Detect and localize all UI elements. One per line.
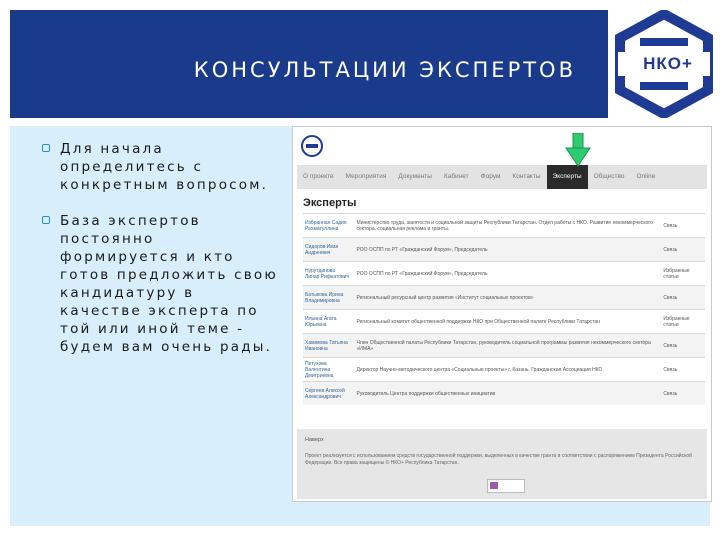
site-nav: О проекте Мероприятия Документы Кабинет … (297, 165, 707, 189)
expert-desc: Министерство труда, занятости и социальн… (356, 219, 653, 232)
nav-item[interactable]: Форум (475, 165, 507, 189)
table-row: Хакимова Татьяна Ивановна Член Обществен… (303, 333, 705, 357)
table-row: Избранная Садия Рахматуллина Министерств… (303, 213, 705, 237)
expert-name[interactable]: Батыкова Ирина Владимировна (303, 292, 353, 304)
table-row: Сидоров Иван Андреевич РОО ОСПП по РТ «Г… (303, 237, 705, 261)
nav-item[interactable]: Кабинет (438, 165, 475, 189)
expert-desc: РОО ОСПП по РТ «Гражданский Форум», Пред… (356, 246, 488, 253)
bullet-list: Для начала определитесь с конкретным воп… (42, 140, 278, 374)
nav-item[interactable]: Контакты (506, 165, 546, 189)
scroll-top-link[interactable]: Наверх (305, 437, 324, 443)
expert-link[interactable]: Связь (661, 247, 705, 253)
expert-desc: Региональный комитет общественной поддер… (356, 318, 600, 325)
expert-desc: Член Общественной палаты Республики Тата… (356, 339, 651, 352)
nav-item[interactable]: Общество (588, 165, 631, 189)
experts-table: Избранная Садия Рахматуллина Министерств… (303, 213, 705, 405)
expert-desc: Директор Научно-методического центра «Со… (356, 366, 603, 373)
expert-link[interactable]: Связь (661, 295, 705, 301)
expert-link[interactable]: Избранные статьи (661, 316, 705, 328)
expert-link[interactable]: Связь (661, 343, 705, 349)
expert-name[interactable]: Сидоров Иван Андреевич (303, 244, 353, 256)
footer-text: Проект реализуется с использованием сред… (305, 453, 692, 466)
bullet-item: Для начала определитесь с конкретным воп… (42, 140, 278, 194)
square-bullet-icon (42, 216, 50, 224)
nav-item[interactable]: О проекте (297, 165, 340, 189)
expert-link[interactable]: Связь (661, 367, 705, 373)
slide-title: КОНСУЛЬТАЦИИ ЭКСПЕРТОВ (193, 58, 576, 82)
counter-badge-icon[interactable] (487, 479, 525, 493)
expert-link[interactable]: Связь (661, 223, 705, 229)
slide-header: КОНСУЛЬТАЦИИ ЭКСПЕРТОВ (10, 10, 608, 118)
nav-item[interactable]: Online (631, 165, 662, 189)
site-footer: Наверх Проект реализуется с использовани… (297, 429, 707, 499)
site-logo-icon[interactable] (301, 135, 323, 157)
nav-item-experts[interactable]: Эксперты (546, 165, 588, 189)
expert-desc: Руководитель Центра поддержки общественн… (356, 390, 496, 397)
expert-desc: Региональный ресурсный центр развития «И… (356, 294, 534, 301)
expert-name[interactable]: Избранная Садия Рахматуллина (303, 220, 353, 232)
table-row: Сергеев Алексей Александрович Руководите… (303, 381, 705, 405)
bullet-text: База экспертов постоянно формируется и к… (60, 213, 278, 355)
experts-heading: Эксперты (303, 197, 357, 209)
table-row: Ильина Агата Юрьевна Региональный комите… (303, 309, 705, 333)
expert-name[interactable]: Нурутдинова Линар Рифкатович (303, 268, 353, 280)
nav-item[interactable]: Документы (392, 165, 438, 189)
expert-name[interactable]: Ильина Агата Юрьевна (303, 316, 353, 328)
website-screenshot: О проекте Мероприятия Документы Кабинет … (292, 126, 712, 502)
expert-name[interactable]: Сергеев Алексей Александрович (303, 388, 353, 400)
expert-desc: РОО ОСПП по РТ «Гражданский Форум», Пред… (356, 270, 488, 277)
expert-name[interactable]: Хакимова Татьяна Ивановна (303, 340, 353, 352)
logo-text: НКО+ (643, 54, 693, 73)
expert-name[interactable]: Петухова Валентина Дмитриевна (303, 361, 353, 379)
square-bullet-icon (42, 144, 50, 152)
bullet-text: Для начала определитесь с конкретным воп… (60, 141, 269, 193)
nav-item[interactable]: Мероприятия (340, 165, 393, 189)
expert-link[interactable]: Связь (661, 391, 705, 397)
table-row: Нурутдинова Линар Рифкатович РОО ОСПП по… (303, 261, 705, 285)
expert-link[interactable]: Избранные статьи (661, 268, 705, 280)
table-row: Батыкова Ирина Владимировна Региональный… (303, 285, 705, 309)
table-row: Петухова Валентина Дмитриевна Директор Н… (303, 357, 705, 381)
bullet-item: База экспертов постоянно формируется и к… (42, 212, 278, 356)
down-arrow-icon (565, 133, 591, 167)
